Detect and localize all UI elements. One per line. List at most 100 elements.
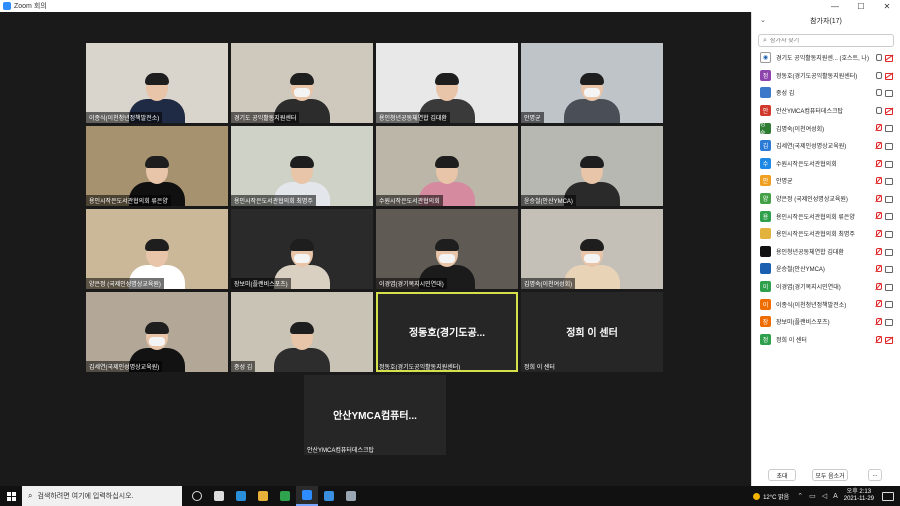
mic-muted-icon[interactable] [875, 159, 882, 168]
mic-muted-icon[interactable] [875, 194, 882, 203]
participant-item[interactable]: 안 안산YMCA컴퓨터데스크탑 [752, 102, 900, 120]
video-off-tile[interactable]: 정희 이 센터 정희 이 센터 [521, 292, 663, 372]
close-button[interactable]: ✕ [874, 0, 900, 12]
participant-status-icons [875, 212, 894, 221]
video-off-icon[interactable] [885, 336, 894, 344]
video-tile[interactable]: 안명균 [521, 43, 663, 123]
chrome-icon[interactable] [274, 486, 296, 506]
chevron-up-icon[interactable]: ⌃ [797, 492, 803, 500]
mic-muted-icon[interactable] [875, 229, 882, 238]
mic-muted-icon[interactable] [875, 212, 882, 220]
minimize-button[interactable]: — [822, 0, 848, 12]
weather-widget[interactable]: 12°C 맑음 [753, 492, 789, 501]
participant-item[interactable]: 용 용인시작은도서관협의회 류은양 [752, 207, 900, 225]
windows-logo-icon [6, 491, 16, 501]
speaker-icon[interactable]: ◁ [822, 492, 827, 500]
folder-icon[interactable] [252, 486, 274, 506]
video-tile[interactable]: 중성 김 [231, 292, 373, 372]
invite-button[interactable]: 초대 [768, 469, 796, 481]
file-explorer-icon[interactable] [208, 486, 230, 506]
video-tile[interactable]: 이종식(이천청년정책발전소) [86, 43, 228, 123]
participant-item[interactable]: 장 장보미(플랜비스포츠) [752, 313, 900, 331]
participant-name: 김명숙(이천여성회) [776, 126, 825, 133]
video-icon[interactable] [885, 265, 894, 274]
mic-icon[interactable] [875, 89, 882, 97]
notification-icon[interactable] [882, 491, 894, 501]
video-off-tile[interactable]: 안산YMCA컴퓨터... 안산YMCA컴퓨터데스크탑 [304, 375, 446, 455]
participant-item[interactable]: 김 김세연(국제인성명상교육원) [752, 137, 900, 155]
video-icon[interactable] [885, 318, 894, 326]
task-view-icon[interactable] [186, 486, 208, 506]
participant-status-icons [875, 194, 894, 203]
participant-item[interactable]: 이 이경엽(경기복지시민연대) [752, 278, 900, 296]
video-icon[interactable] [885, 248, 894, 256]
mic-muted-icon[interactable] [875, 300, 882, 308]
video-tile[interactable]: 윤승철(안산YMCA) [521, 126, 663, 206]
mic-muted-icon[interactable] [875, 265, 882, 273]
participant-search[interactable]: ⌕ [758, 34, 894, 47]
participant-item[interactable]: 정 정희 이 센터 [752, 331, 900, 349]
ime-indicator[interactable]: A [833, 493, 838, 500]
participant-item[interactable]: 정 정동호(경기도공익활동지원센터) [752, 67, 900, 85]
network-icon[interactable]: ▭ [809, 492, 816, 500]
mic-muted-icon[interactable] [875, 247, 882, 256]
participant-item[interactable]: ◉ 경기도 공익활동지원센... (호스트, 나) [752, 49, 900, 67]
video-tile[interactable]: 용인시작은도서관협의회 류은양 [86, 126, 228, 206]
video-icon[interactable] [885, 300, 894, 309]
more-button[interactable]: ... [868, 469, 882, 481]
mic-muted-icon[interactable] [875, 335, 882, 344]
edge-icon[interactable] [230, 486, 252, 506]
video-tile[interactable]: 이경엽(경기복지시민연대) [376, 209, 518, 289]
participant-item[interactable]: 안 안명균 [752, 172, 900, 190]
mute-all-button[interactable]: 모두 음소거 [812, 469, 848, 481]
video-icon[interactable] [885, 283, 894, 291]
start-button[interactable] [0, 486, 22, 506]
mic-muted-icon[interactable] [875, 177, 882, 185]
video-icon[interactable] [885, 195, 894, 203]
video-tile[interactable]: 용인시작은도서관협의회 최명주 [231, 126, 373, 206]
video-icon[interactable] [885, 230, 894, 238]
active-speaker-tile[interactable]: 정동호(경기도공... 정동호(경기도공익활동지원센터) [376, 292, 518, 372]
video-tile[interactable]: 장보미(플랜비스포츠) [231, 209, 373, 289]
participant-item[interactable]: 수 수원시작은도서관협의회 [752, 155, 900, 173]
mic-muted-icon[interactable] [875, 124, 882, 132]
participant-item[interactable]: 용인청년공동체연합 김대환 [752, 243, 900, 261]
mic-icon[interactable] [875, 106, 882, 115]
mic-muted-icon[interactable] [875, 317, 882, 326]
video-icon[interactable] [885, 124, 894, 133]
video-tile[interactable]: 경기도 공익활동지원센터 [231, 43, 373, 123]
video-icon[interactable] [885, 212, 894, 221]
taskbar-search[interactable]: ⌕ 검색하려면 여기에 입력하십시오. [22, 486, 182, 506]
search-input[interactable] [769, 37, 880, 44]
participant-item[interactable]: 용인시작은도서관협의회 최명주 [752, 225, 900, 243]
video-icon[interactable] [885, 89, 894, 98]
app-icon[interactable] [340, 486, 362, 506]
video-icon[interactable] [885, 160, 894, 168]
video-tile[interactable]: 김세연(국제인성명상교육원) [86, 292, 228, 372]
mic-icon[interactable] [875, 71, 882, 80]
video-tile[interactable]: 김명숙(이천여성회) [521, 209, 663, 289]
chevron-down-icon[interactable]: ⌄ [760, 16, 766, 24]
video-off-icon[interactable] [885, 107, 894, 115]
clock[interactable]: 오후 2:13 2021-11-29 [844, 489, 874, 503]
video-off-icon[interactable] [885, 72, 894, 80]
video-tile[interactable]: 용인청년공동체연합 김대환 [376, 43, 518, 123]
maximize-button[interactable]: ☐ [848, 0, 874, 12]
video-icon[interactable] [885, 142, 894, 150]
store-icon[interactable] [318, 486, 340, 506]
participant-item[interactable]: 양 양은정 (국제인성명상교육원) [752, 190, 900, 208]
mic-icon[interactable] [875, 54, 882, 62]
participant-item[interactable]: 이 이종식(이천청년정책발전소) [752, 295, 900, 313]
video-icon[interactable] [885, 177, 894, 186]
mic-muted-icon[interactable] [875, 282, 882, 291]
participant-item[interactable]: 중성 김 [752, 84, 900, 102]
participant-item[interactable]: 명숙 김명숙(이천여성회) [752, 119, 900, 137]
taskbar-apps [186, 486, 362, 506]
video-tile[interactable]: 양은정 (국제인성명상교육원) [86, 209, 228, 289]
zoom-icon[interactable] [296, 486, 318, 506]
participant-item[interactable]: 윤승철(안산YMCA) [752, 260, 900, 278]
video-tile[interactable]: 수원시작은도서관협의회 [376, 126, 518, 206]
video-off-icon[interactable] [885, 54, 894, 62]
participant-avatar [760, 263, 771, 275]
mic-muted-icon[interactable] [875, 141, 882, 150]
